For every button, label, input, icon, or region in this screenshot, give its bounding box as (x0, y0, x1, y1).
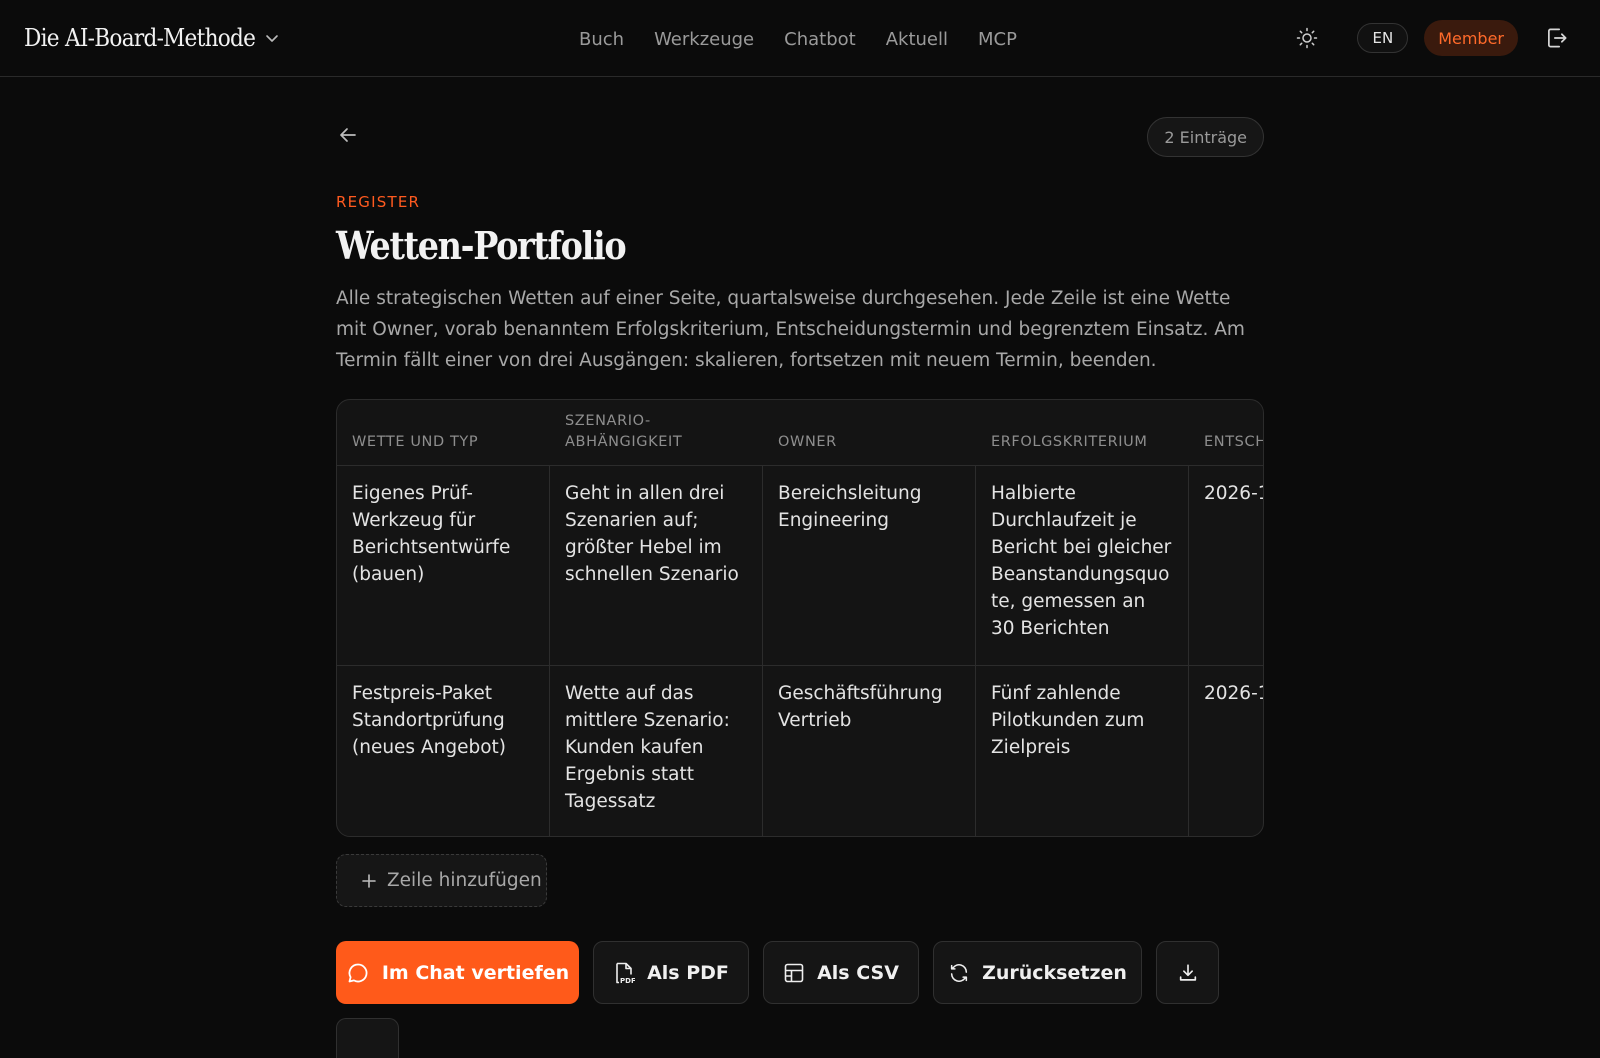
chat-deepen-label: Im Chat vertiefen (381, 961, 570, 984)
pdf-file-icon: PDF (616, 962, 635, 985)
language-switch[interactable]: EN (1357, 23, 1409, 53)
nav-link-werkzeuge[interactable]: Werkzeuge (654, 29, 754, 50)
top-navigation-bar: Die AI-Board-Methode Buch Werkzeuge Chat… (0, 0, 1600, 77)
more-actions-button[interactable] (336, 1018, 399, 1058)
table-cell-owner[interactable]: Geschäftsführung Vertrieb (763, 666, 976, 836)
nav-link-mcp[interactable]: MCP (978, 29, 1017, 50)
chat-bubble-icon (348, 963, 368, 982)
table-cell-decision-date[interactable]: 2026-1 (1189, 666, 1263, 836)
table-cell-success-criterion[interactable]: Fünf zahlende Pilotkunden zum Zielpreis (976, 666, 1189, 836)
reset-button[interactable]: Zurücksetzen (933, 941, 1142, 1004)
table-cell-bet[interactable]: Festpreis-Paket Standortprüfung (neues A… (337, 666, 550, 836)
theme-toggle-sun-icon[interactable] (1295, 26, 1319, 50)
table-grid-icon (784, 963, 804, 982)
table-row: Eigenes Prüf-Werkzeug für Berichtsentwür… (337, 466, 1263, 666)
page-intro: Alle strategischen Wetten auf einer Seit… (336, 288, 1245, 371)
add-row-label: Zeile hinzufügen (387, 870, 542, 891)
column-header-decision-date: ENTSCH (1204, 434, 1264, 450)
table-header-row: WETTE UND TYP SZENARIO- ABHÄNGIGKEIT OWN… (337, 400, 1264, 466)
table-cell-scenario[interactable]: Wette auf das mittlere Szenario: Kunden … (550, 666, 763, 836)
table-cell-owner[interactable]: Bereichsleitung Engineering (763, 466, 976, 665)
member-badge[interactable]: Member (1424, 20, 1518, 56)
table-cell-bet[interactable]: Eigenes Prüf-Werkzeug für Berichtsentwür… (337, 466, 550, 665)
column-header-success-criterion: ERFOLGSKRITERIUM (991, 434, 1148, 450)
section-eyebrow: REGISTER (336, 193, 421, 211)
logout-icon[interactable] (1544, 25, 1570, 51)
export-csv-label: Als CSV (817, 961, 899, 984)
table-cell-decision-date[interactable]: 2026-1 (1189, 466, 1263, 665)
back-arrow-icon[interactable] (336, 123, 360, 147)
main-nav: Buch Werkzeuge Chatbot Aktuell MCP (579, 24, 1017, 54)
table-row: Festpreis-Paket Standortprüfung (neues A… (337, 666, 1263, 836)
reset-label: Zurücksetzen (982, 961, 1127, 984)
add-row-button[interactable]: Zeile hinzufügen (336, 854, 547, 907)
download-button[interactable] (1156, 941, 1219, 1004)
table-cell-scenario[interactable]: Geht in allen drei Szenarien auf; größte… (550, 466, 763, 665)
brand-title[interactable]: Die AI-Board-Methode (24, 24, 256, 52)
svg-text:PDF: PDF (620, 977, 635, 985)
refresh-icon (950, 963, 968, 982)
table-cell-success-criterion[interactable]: Halbierte Durchlaufzeit je Bericht bei g… (976, 466, 1189, 665)
plus-icon (361, 873, 377, 889)
column-header-owner: OWNER (778, 434, 837, 450)
nav-link-chatbot[interactable]: Chatbot (784, 29, 856, 50)
export-pdf-label: Als PDF (647, 961, 729, 984)
action-bar: Im Chat vertiefen PDF Als PDF Als CSV Zu… (336, 941, 1219, 1004)
export-pdf-button[interactable]: PDF Als PDF (593, 941, 749, 1004)
page-title: Wetten-Portfolio (336, 223, 627, 268)
nav-link-buch[interactable]: Buch (579, 29, 624, 50)
chevron-down-icon[interactable] (264, 30, 280, 46)
column-header-scenario: SZENARIO- ABHÄNGIGKEIT (565, 413, 683, 450)
export-csv-button[interactable]: Als CSV (763, 941, 919, 1004)
entries-count-badge: 2 Einträge (1147, 117, 1264, 157)
brand-menu[interactable]: Die AI-Board-Methode (24, 20, 280, 56)
bets-table: WETTE UND TYP SZENARIO- ABHÄNGIGKEIT OWN… (336, 399, 1264, 837)
top-right-controls: EN Member (1295, 19, 1570, 57)
chat-deepen-button[interactable]: Im Chat vertiefen (336, 941, 579, 1004)
nav-link-aktuell[interactable]: Aktuell (886, 29, 948, 50)
column-header-bet-type: WETTE UND TYP (352, 434, 479, 450)
download-icon (1179, 963, 1196, 981)
